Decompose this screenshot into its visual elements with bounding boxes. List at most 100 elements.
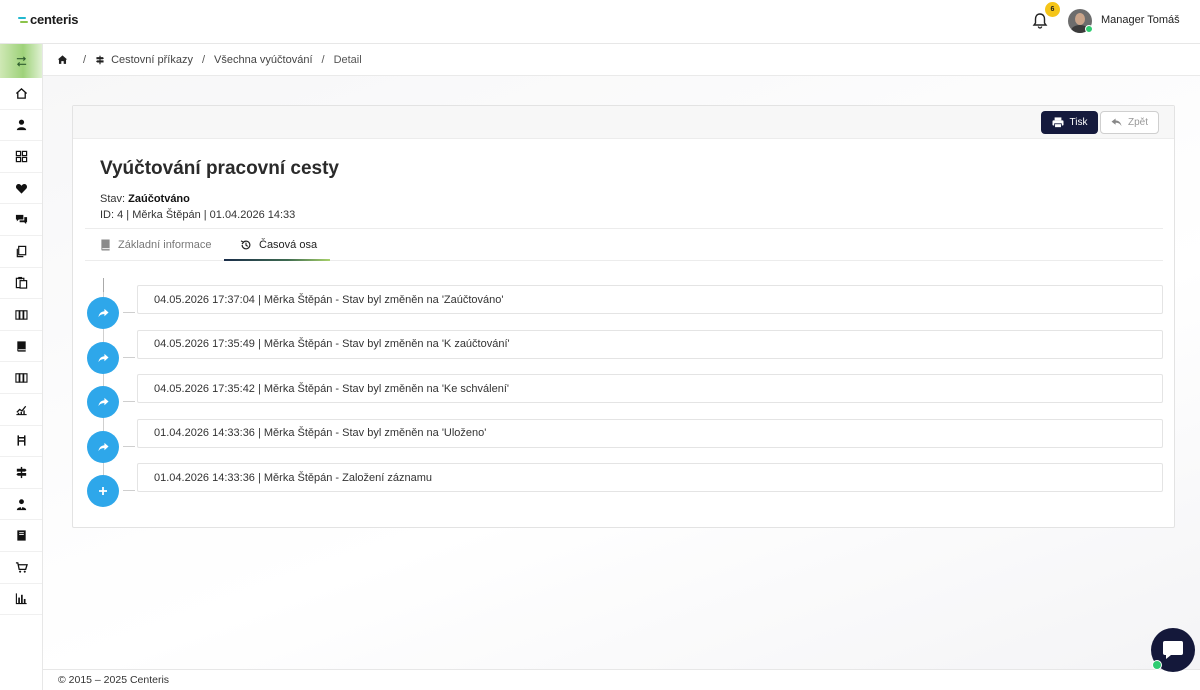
sidebar-item-messages[interactable] xyxy=(0,204,42,236)
share-icon xyxy=(97,353,109,362)
timeline-entry: 04.05.2026 17:35:49 | Měrka Štěpán - Sta… xyxy=(137,329,1163,359)
sidebar-toggle[interactable] xyxy=(0,44,42,78)
sidebar-item-book[interactable] xyxy=(0,331,42,363)
breadcrumb-separator: / xyxy=(321,53,325,66)
timeline-connector xyxy=(123,445,135,447)
binders-icon xyxy=(14,310,28,320)
avatar-face xyxy=(1075,13,1085,25)
sidebar-item-user[interactable] xyxy=(0,110,42,142)
breadcrumb-detail: Detail xyxy=(333,53,362,66)
sidebar-item-clipboard[interactable] xyxy=(0,268,42,300)
timeline-entry: 01.04.2026 14:33:36 | Měrka Štěpán - Zal… xyxy=(137,463,1163,492)
user-name[interactable]: Manager Tomáš xyxy=(1101,14,1180,26)
timeline-dot xyxy=(87,386,119,418)
home-icon xyxy=(15,87,27,99)
footer: © 2015 – 2025 Centeris xyxy=(43,669,1200,690)
history-icon xyxy=(240,240,251,250)
printer-icon xyxy=(1052,117,1064,128)
timeline: 04.05.2026 17:37:04 | Měrka Štěpán - Sta… xyxy=(73,266,1176,516)
sidebar-item-notebook[interactable] xyxy=(0,520,42,552)
binders-icon xyxy=(14,373,28,383)
chat-bubble-icon xyxy=(1163,641,1183,659)
detail-card: Tisk Zpět Vyúčtování pracovní cesty Stav… xyxy=(72,105,1175,528)
print-button[interactable]: Tisk xyxy=(1041,111,1098,134)
notebook-icon xyxy=(16,530,26,541)
brand-name: centeris xyxy=(30,12,79,27)
share-icon xyxy=(97,397,109,407)
share-icon xyxy=(97,442,109,451)
timeline-dot xyxy=(87,297,119,329)
main-content: Tisk Zpět Vyúčtování pracovní cesty Stav… xyxy=(43,76,1200,669)
breadcrumb: / Cestovní příkazy / Všechna vyúčtování … xyxy=(43,44,1200,76)
logo-mark-icon xyxy=(18,16,28,23)
sidebar-item-assets[interactable] xyxy=(0,426,42,458)
timeline-dot xyxy=(87,475,119,507)
timeline-entry: 04.05.2026 17:37:04 | Měrka Štěpán - Sta… xyxy=(137,285,1163,314)
signpost-icon xyxy=(96,55,104,64)
breadcrumb-separator: / xyxy=(201,53,206,66)
status-label: Stav: xyxy=(100,193,126,205)
swap-arrows-icon xyxy=(16,55,26,67)
reply-arrow-icon xyxy=(1111,118,1122,127)
share-icon xyxy=(97,308,109,318)
timeline-entry: 04.05.2026 17:35:42 | Měrka Štěpán - Sta… xyxy=(137,374,1163,403)
sidebar-item-binders[interactable] xyxy=(0,299,42,331)
sidebar-item-home[interactable] xyxy=(0,78,42,110)
cart-icon xyxy=(15,561,28,573)
back-button-label: Zpět xyxy=(1127,117,1148,128)
chat-icon xyxy=(15,215,27,225)
print-button-label: Tisk xyxy=(1069,117,1088,128)
sidebar-item-statistics[interactable] xyxy=(0,394,42,426)
timeline-item: 04.05.2026 17:37:04 | Měrka Štěpán - Sta… xyxy=(73,285,1176,329)
timeline-item: 04.05.2026 17:35:49 | Měrka Štěpán - Sta… xyxy=(73,329,1176,374)
status-value: Zaúčotváno xyxy=(128,193,190,205)
timeline-dot xyxy=(87,341,119,374)
chart-line-icon xyxy=(15,405,27,415)
timeline-item: 01.04.2026 14:33:36 | Měrka Štěpán - Sta… xyxy=(73,418,1176,463)
breadcrumb-label: Cestovní příkazy xyxy=(111,53,193,66)
status-line: Stav: Zaúčotváno xyxy=(100,193,190,205)
sidebar-item-dashboard[interactable] xyxy=(0,141,42,173)
breadcrumb-separator: / xyxy=(83,53,87,66)
user-icon xyxy=(16,119,26,131)
tab-bar: Základní informace Časová osa xyxy=(85,228,1163,261)
book-icon xyxy=(101,239,110,251)
sidebar-item-archive[interactable] xyxy=(0,362,42,394)
sidebar-item-travel[interactable] xyxy=(0,457,42,489)
sidebar-item-employees[interactable] xyxy=(0,489,42,521)
plus-icon xyxy=(99,487,107,495)
book-icon xyxy=(16,340,26,352)
page-title: Vyúčtování pracovní cesty xyxy=(100,158,340,179)
copy-icon xyxy=(16,245,26,257)
breadcrumb-all-settlements[interactable]: Všechna vyúčtování xyxy=(214,54,312,66)
breadcrumb-travel-orders[interactable]: Cestovní příkazy xyxy=(95,54,193,66)
heart-icon xyxy=(15,183,27,194)
timeline-connector xyxy=(123,490,135,491)
timeline-entry: 01.04.2026 14:33:36 | Měrka Štěpán - Sta… xyxy=(137,418,1163,448)
active-tab-indicator xyxy=(224,259,330,261)
bell-icon[interactable] xyxy=(1032,12,1048,30)
tab-basic-info[interactable]: Základní informace xyxy=(100,229,212,261)
card-toolbar: Tisk Zpět xyxy=(73,106,1174,139)
sidebar-item-orders[interactable] xyxy=(0,552,42,584)
sidebar-item-documents[interactable] xyxy=(0,236,42,268)
tab-label: Časová osa xyxy=(259,239,318,251)
notification-badge: 6 xyxy=(1045,2,1060,17)
bar-chart-icon xyxy=(15,593,27,605)
timeline-connector xyxy=(123,356,135,358)
back-button[interactable]: Zpět xyxy=(1100,111,1159,134)
brand-logo[interactable]: centeris xyxy=(18,12,78,27)
sidebar-item-reports[interactable] xyxy=(0,584,42,616)
sidebar xyxy=(0,44,43,690)
timeline-connector xyxy=(123,312,135,313)
sidebar-item-favorites[interactable] xyxy=(0,173,42,205)
timeline-dot xyxy=(87,430,119,463)
record-meta: ID: 4 | Měrka Štěpán | 01.04.2026 14:33 xyxy=(100,209,296,221)
top-bar: centeris 6 Manager Tomáš xyxy=(0,0,1200,44)
breadcrumb-home[interactable] xyxy=(57,54,74,65)
clipboard-icon xyxy=(15,277,27,290)
chair-icon xyxy=(17,435,25,446)
chat-online-dot xyxy=(1152,660,1162,670)
timeline-item: 04.05.2026 17:35:42 | Měrka Štěpán - Sta… xyxy=(73,374,1176,418)
tab-timeline[interactable]: Časová osa xyxy=(240,229,317,261)
